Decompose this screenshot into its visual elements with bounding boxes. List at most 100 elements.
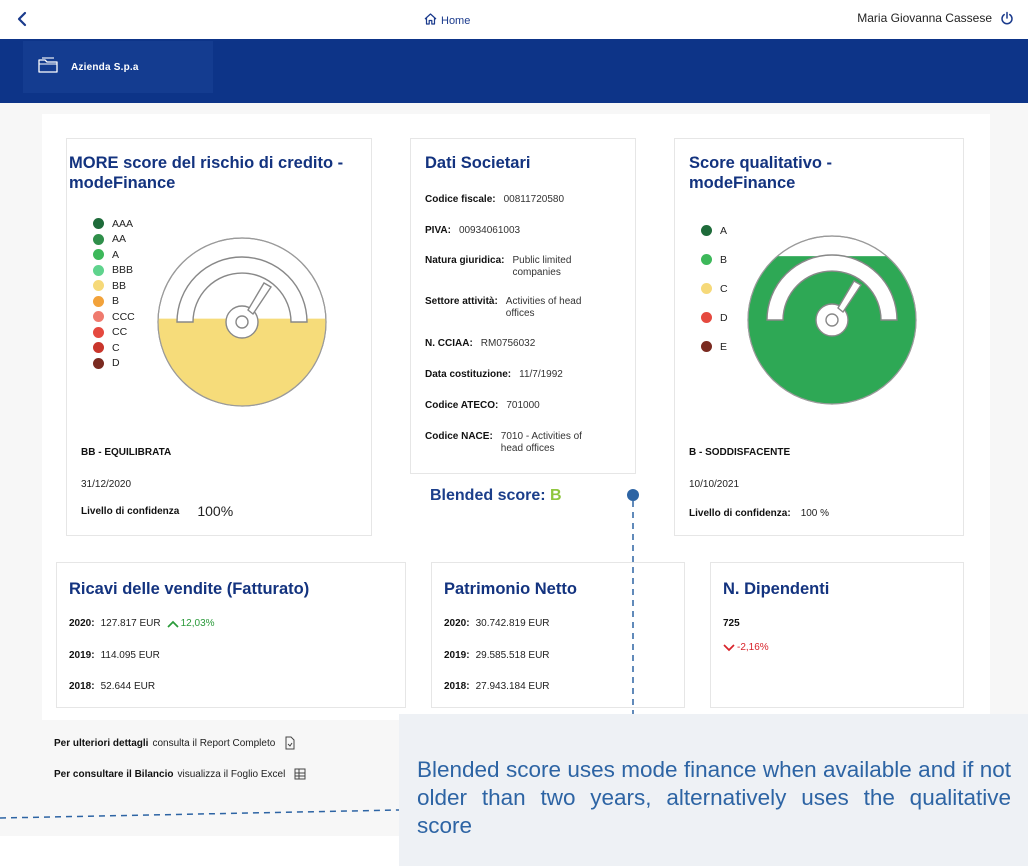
- score-qualitativo-title: Score qualitativo - modeFinance: [689, 154, 833, 192]
- legend-dot-icon: [701, 341, 712, 352]
- patrimonio-title: Patrimonio Netto: [444, 580, 577, 598]
- trend-up: 12,03%: [167, 618, 215, 629]
- legend-dot-icon: [93, 264, 104, 276]
- info-label: Codice NACE:: [425, 431, 493, 442]
- legend-dot-icon: [701, 254, 712, 265]
- legend-dot-icon: [93, 249, 104, 261]
- fin-row: 2018: 52.644 EUR: [69, 681, 155, 692]
- bilancio-link-bold: Per consultare il Bilancio: [54, 768, 174, 780]
- info-value: 701000: [506, 400, 540, 411]
- score-qualitativo-legend: A B C D E: [701, 216, 728, 361]
- fin-value: 30.742.819 EUR: [475, 618, 550, 629]
- home-link[interactable]: Home: [424, 13, 470, 28]
- folder-icon: [37, 56, 59, 79]
- fin-value: 29.585.518 EUR: [475, 650, 550, 661]
- info-label: Codice ATECO:: [425, 400, 499, 411]
- more-score-card: MORE score del rischio di credito - mode…: [66, 138, 372, 536]
- user-name[interactable]: Maria Giovanna Cassese: [857, 11, 992, 25]
- legend-dot-icon: [701, 283, 712, 294]
- trend-up-icon: [167, 620, 179, 628]
- legend-item: B: [93, 294, 135, 310]
- callout-text: Blended score uses mode finance when ava…: [417, 757, 1011, 838]
- more-confidence-value: 100%: [197, 503, 234, 519]
- legend-label: A: [720, 224, 728, 237]
- legend-item: C: [701, 274, 728, 303]
- more-score-title: MORE score del rischio di credito - mode…: [69, 154, 344, 192]
- info-value: 7010 - Activities of head offices: [500, 431, 582, 454]
- info-row: Codice fiscale: 00811720580: [425, 194, 564, 206]
- dati-societari-card: Dati Societari Codice fiscale: 0081172058…: [410, 138, 636, 474]
- info-label: Settore attività:: [425, 296, 498, 307]
- legend-label: BB: [112, 279, 127, 292]
- legend-label: AAA: [112, 217, 134, 230]
- legend-dot-icon: [93, 218, 104, 230]
- legend-label: B: [112, 295, 120, 308]
- legend-label: C: [112, 341, 120, 354]
- excel-file-icon[interactable]: [293, 767, 307, 781]
- back-chevron-icon[interactable]: [14, 8, 32, 30]
- more-score-legend: AAA AA A BBB BB B CCC CC C D: [93, 216, 135, 371]
- legend-label: B: [720, 253, 728, 266]
- legend-label: A: [112, 248, 120, 261]
- info-value: 00811720580: [503, 194, 565, 205]
- legend-item: E: [701, 332, 728, 361]
- legend-item: AAA: [93, 216, 135, 232]
- fin-row: 2019: 114.095 EUR: [69, 650, 160, 661]
- info-value: 00934061003: [458, 225, 521, 236]
- qual-rating: B - SODDISFACENTE: [689, 447, 791, 458]
- legend-label: D: [112, 357, 120, 370]
- info-label: N. CCIAA:: [425, 338, 473, 349]
- fin-year: 2018:: [69, 681, 95, 692]
- company-brand[interactable]: Azienda S.p.a: [23, 41, 213, 93]
- legend-dot-icon: [93, 280, 104, 292]
- info-row: Data costituzione: 11/7/1992: [425, 369, 563, 381]
- trend-down-icon: [723, 643, 735, 651]
- bottom-strip: [0, 836, 399, 866]
- home-icon: [424, 13, 437, 28]
- legend-label: BBB: [112, 264, 134, 277]
- legend-item: BB: [93, 278, 135, 294]
- fin-year: 2018:: [444, 681, 470, 692]
- info-row: Codice NACE: 7010 - Activities of head of…: [425, 431, 605, 455]
- report-link-text[interactable]: consulta il Report Completo: [152, 738, 275, 749]
- legend-item: CC: [93, 325, 135, 341]
- fin-row: 2020: 127.817 EUR 12,03%: [69, 618, 215, 629]
- info-row: Natura giuridica: Public limited companie…: [425, 255, 602, 279]
- info-row: N. CCIAA: RM0756032: [425, 338, 535, 350]
- blended-score-value: B: [550, 487, 562, 504]
- report-link-row: Per ulteriori dettagli consulta il Repor…: [54, 736, 297, 750]
- more-date: 31/12/2020: [81, 479, 132, 490]
- ricavi-card: Ricavi delle vendite (Fatturato) 2020: 1…: [56, 562, 406, 708]
- score-qualitativo-card: Score qualitativo - modeFinance A B C D E B …: [674, 138, 964, 536]
- dipendenti-title: N. Dipendenti: [723, 580, 830, 598]
- fin-year: 2020:: [69, 618, 95, 629]
- legend-item: D: [93, 356, 135, 372]
- info-value: Activities of head offices: [505, 296, 582, 319]
- fin-row: 2018: 27.943.184 EUR: [444, 681, 550, 692]
- report-link-bold: Per ulteriori dettagli: [54, 737, 149, 749]
- brand-banner: Azienda S.p.a: [0, 39, 1028, 103]
- qual-confidence-label: Livello di confidenza:: [689, 508, 791, 519]
- fin-year: 2019:: [444, 650, 470, 661]
- legend-dot-icon: [701, 312, 712, 323]
- score-qualitativo-gauge: [747, 235, 917, 405]
- info-row: PIVA: 00934061003: [425, 225, 520, 237]
- dati-societari-title: Dati Societari: [425, 154, 531, 172]
- legend-label: E: [720, 340, 728, 353]
- fin-row: 2019: 29.585.518 EUR: [444, 650, 550, 661]
- fin-value: 27.943.184 EUR: [475, 681, 550, 692]
- report-pdf-icon[interactable]: [283, 736, 297, 750]
- power-icon[interactable]: [1000, 11, 1014, 25]
- info-value: RM0756032: [480, 338, 536, 349]
- qual-confidence-value: 100 %: [800, 508, 830, 519]
- legend-item: A: [701, 216, 728, 245]
- legend-dot-icon: [93, 233, 104, 245]
- qual-confidence: Livello di confidenza: 100 %: [689, 508, 829, 519]
- annotation-callout: Blended score uses mode finance when ava…: [399, 714, 1028, 866]
- top-bar: Home Maria Giovanna Cassese: [0, 0, 1028, 39]
- more-confidence: Livello di confidenza 100%: [81, 503, 233, 519]
- info-label: PIVA:: [425, 225, 451, 236]
- bilancio-link-text[interactable]: visualizza il Foglio Excel: [177, 769, 285, 780]
- more-rating: BB - EQUILIBRATA: [81, 447, 172, 458]
- fin-year: 2019:: [69, 650, 95, 661]
